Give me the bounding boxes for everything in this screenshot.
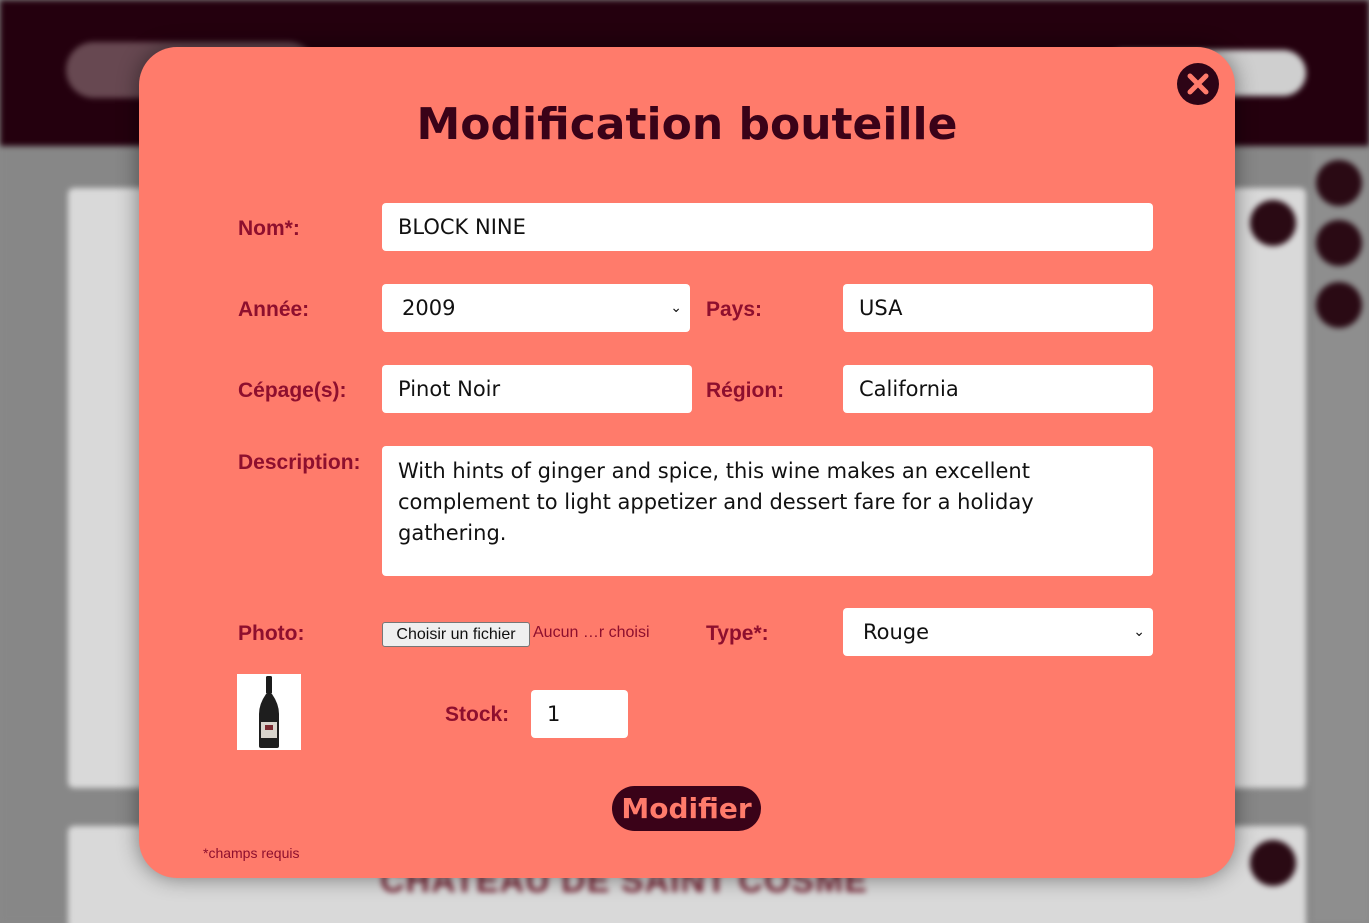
toolbar-icon — [1316, 220, 1362, 266]
chevron-down-icon: ⌄ — [1133, 624, 1145, 640]
annee-value: 2009 — [402, 296, 456, 320]
type-select[interactable]: Rouge ⌄ — [843, 608, 1153, 656]
delete-icon — [1250, 200, 1296, 246]
delete-icon — [1250, 840, 1296, 886]
type-value: Rouge — [863, 620, 930, 644]
pays-input[interactable]: USA — [843, 284, 1153, 332]
chevron-down-icon: ⌄ — [670, 300, 682, 316]
type-label: Type*: — [706, 622, 769, 645]
choose-file-button[interactable]: Choisir un fichier — [382, 622, 530, 647]
region-input[interactable]: California — [843, 365, 1153, 413]
pays-value: USA — [859, 296, 903, 320]
close-x-glyph — [1187, 73, 1209, 95]
annee-select[interactable]: 2009 ⌄ — [382, 284, 690, 332]
toolbar-icon — [1316, 282, 1362, 328]
description-textarea[interactable]: With hints of ginger and spice, this win… — [382, 446, 1153, 576]
nom-label: Nom*: — [238, 217, 300, 240]
cepage-label: Cépage(s): — [238, 379, 347, 402]
annee-label: Année: — [238, 298, 310, 321]
toolbar-icon — [1316, 160, 1362, 206]
stock-input[interactable]: 1 — [531, 690, 628, 738]
wine-bottle-icon — [259, 676, 279, 748]
cepage-value: Pinot Noir — [398, 377, 501, 401]
nom-value: BLOCK NINE — [398, 215, 526, 239]
description-label: Description: — [238, 451, 361, 474]
file-status-text: Aucun …r choisi — [533, 624, 650, 641]
modifier-button[interactable]: Modifier — [612, 786, 761, 831]
stock-label: Stock: — [445, 703, 510, 726]
photo-label: Photo: — [238, 622, 305, 645]
pays-label: Pays: — [706, 298, 763, 321]
bottle-photo — [237, 674, 301, 750]
nom-input[interactable]: BLOCK NINE — [382, 203, 1153, 251]
stock-value: 1 — [547, 702, 561, 726]
cepage-input[interactable]: Pinot Noir — [382, 365, 692, 413]
required-fields-note: *champs requis — [203, 845, 300, 861]
edit-bottle-modal: Modification bouteille Nom*: BLOCK NINE … — [139, 47, 1235, 878]
region-label: Région: — [706, 379, 785, 402]
modal-title: Modification bouteille — [416, 99, 958, 150]
region-value: California — [859, 377, 959, 401]
